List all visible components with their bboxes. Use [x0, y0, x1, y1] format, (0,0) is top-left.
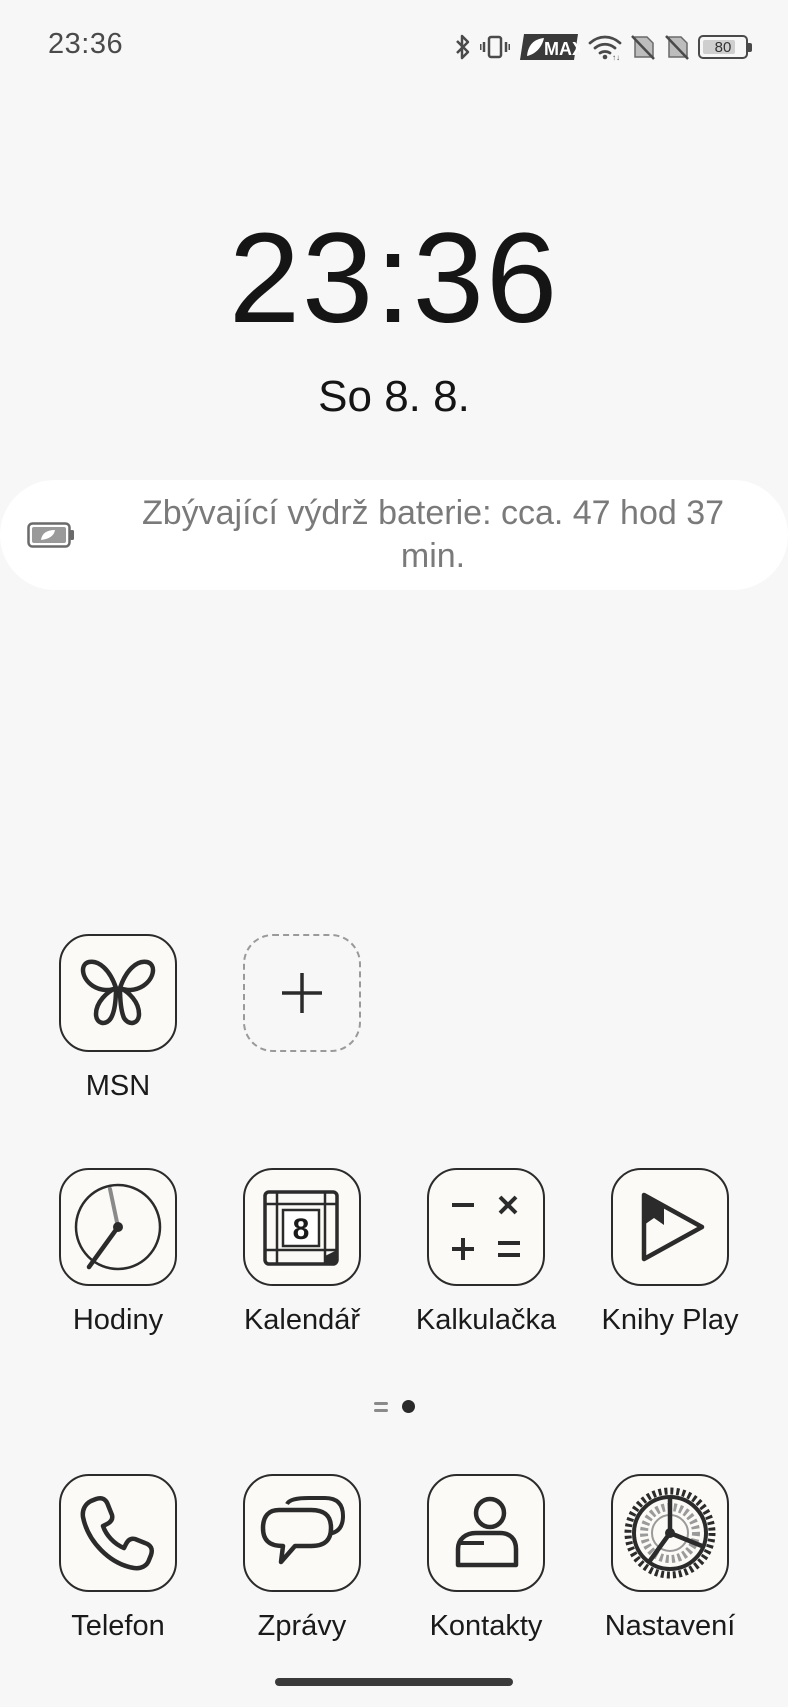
page-indicator[interactable] — [0, 1400, 788, 1413]
app-label-kalendar: Kalendář — [243, 1304, 361, 1336]
wifi-icon: ↑↓ — [588, 35, 622, 61]
calendar-icon: 8 — [263, 1190, 339, 1266]
lockscreen-clock[interactable]: 23:36 — [0, 215, 788, 343]
play-books-icon — [641, 1192, 705, 1262]
status-time: 23:36 — [48, 28, 124, 60]
gesture-navigation-bar[interactable] — [275, 1678, 513, 1686]
app-icon-msn[interactable] — [59, 934, 177, 1052]
calendar-day-number: 8 — [293, 1213, 310, 1246]
settings-gear-icon — [624, 1487, 716, 1579]
app-kalkulacka[interactable]: Kalkulačka — [394, 1168, 578, 1337]
app-icon-kalendar[interactable]: 8 — [243, 1168, 361, 1286]
app-icon-kontakty[interactable] — [427, 1474, 545, 1592]
app-label-nastaveni: Nastavení — [604, 1610, 736, 1642]
battery-icon: 80 — [698, 35, 752, 59]
app-label-hodiny: Hodiny — [72, 1304, 164, 1336]
dock-telefon[interactable]: Telefon — [26, 1474, 210, 1643]
clock-icon — [74, 1183, 162, 1271]
lockscreen-date[interactable]: So 8. 8. — [0, 372, 788, 422]
no-sim-icon — [631, 35, 655, 60]
app-icon-hodiny[interactable] — [59, 1168, 177, 1286]
app-knihy-play[interactable]: Knihy Play — [578, 1168, 762, 1337]
status-icons: MAX ↑↓ 80 — [454, 30, 752, 64]
app-icon-knihy-play[interactable] — [611, 1168, 729, 1286]
status-bar: 23:36 MAX ↑↓ 80 — [0, 24, 788, 68]
add-app-slot[interactable] — [243, 934, 361, 1052]
app-label-kalkulacka: Kalkulačka — [415, 1304, 557, 1336]
app-label-telefon: Telefon — [71, 1610, 165, 1642]
battery-leaf-icon — [27, 522, 74, 548]
contacts-icon — [455, 1496, 519, 1568]
app-msn[interactable]: MSN — [26, 934, 210, 1103]
dock-nastaveni[interactable]: Nastavení — [578, 1474, 762, 1643]
app-icon-zpravy[interactable] — [243, 1474, 361, 1592]
dock-kontakty[interactable]: Kontakty — [394, 1474, 578, 1643]
messages-icon — [260, 1496, 345, 1565]
butterfly-icon — [80, 959, 156, 1026]
battery-info-card[interactable]: Zbývající výdrž baterie: cca. 47 hod 37 … — [0, 480, 788, 590]
max-badge-text: MAX — [544, 39, 580, 59]
battery-percent: 80 — [714, 38, 732, 56]
page-indicator-dot-current[interactable] — [401, 1400, 415, 1413]
phone-icon — [80, 1496, 154, 1571]
app-icon-kalkulacka[interactable] — [427, 1168, 545, 1286]
dock-zpravy[interactable]: Zprávy — [210, 1474, 394, 1643]
home-screen: 23:36 MAX ↑↓ 80 23:36 So 8. 8. Zbývající… — [0, 0, 788, 1707]
battery-remaining-text: Zbývající výdrž baterie: cca. 47 hod 37 … — [141, 494, 725, 575]
app-kalendar[interactable]: 8 Kalendář — [210, 1168, 394, 1337]
app-hodiny[interactable]: Hodiny — [26, 1168, 210, 1337]
app-label-knihy-play: Knihy Play — [601, 1304, 739, 1336]
svg-text:↑↓: ↑↓ — [612, 53, 620, 61]
max-badge-icon: MAX — [520, 34, 580, 60]
calculator-icon — [452, 1195, 520, 1260]
app-icon-telefon[interactable] — [59, 1474, 177, 1592]
app-icon-nastaveni[interactable] — [611, 1474, 729, 1592]
plus-icon — [282, 973, 322, 1013]
app-label-msn: MSN — [85, 1070, 151, 1102]
vibrate-icon — [480, 35, 510, 59]
app-label-kontakty: Kontakty — [429, 1610, 543, 1642]
no-sim-icon — [665, 35, 689, 60]
bluetooth-icon — [456, 34, 470, 60]
app-label-zpravy: Zprávy — [257, 1610, 347, 1642]
page-indicator-list[interactable] — [373, 1401, 388, 1412]
